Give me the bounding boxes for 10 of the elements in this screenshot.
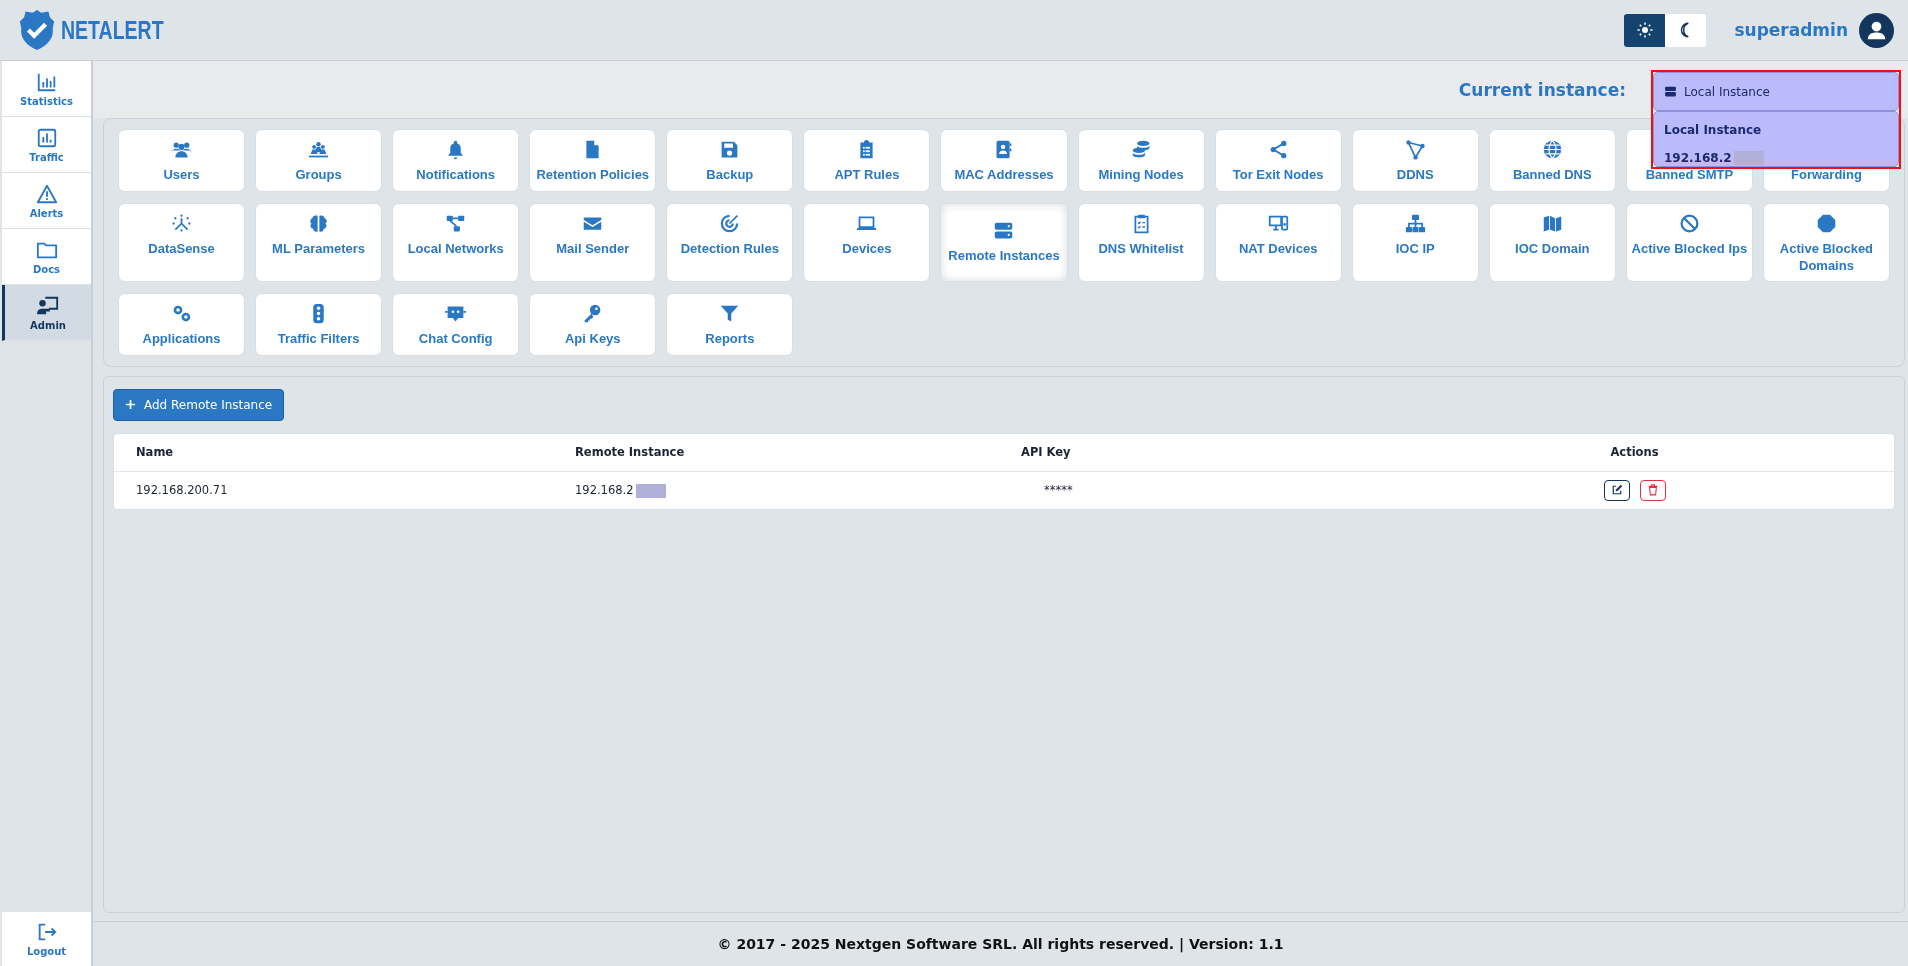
column-header: Actions	[1609, 445, 1660, 460]
column-header: Name	[135, 445, 175, 460]
table-cell-text: *****	[1043, 483, 1074, 498]
table-cell: 192.168.2	[553, 483, 999, 498]
column-header: API Key	[1020, 445, 1072, 460]
table-cell-text: 192.168.200.71	[135, 483, 229, 498]
instance-label: Current instance:	[1458, 79, 1626, 100]
brand-name: NETALERT	[61, 15, 164, 45]
footer-text: © 2017 - 2025 Nextgen Software SRL. All rights reserved. | Version: 1.1	[93, 921, 1908, 966]
column-header: Remote Instance	[574, 445, 686, 460]
